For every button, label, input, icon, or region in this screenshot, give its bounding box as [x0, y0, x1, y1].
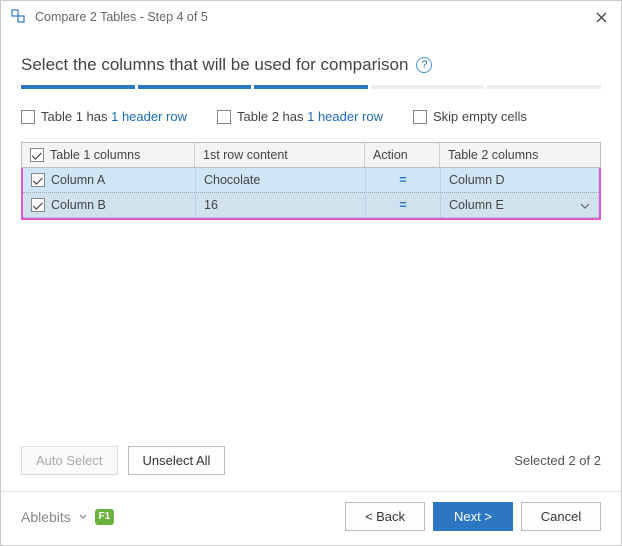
footer: Ablebits F1 < Back Next > Cancel — [1, 491, 621, 545]
header-label: Table 1 columns — [50, 148, 140, 162]
header-col-action[interactable]: Action — [365, 143, 440, 167]
app-icon — [11, 9, 27, 25]
dialog-window: Compare 2 Tables - Step 4 of 5 Select th… — [0, 0, 622, 546]
checkbox-skip-empty[interactable]: Skip empty cells — [413, 109, 527, 124]
options-row: Table 1 has 1 header row Table 2 has 1 h… — [21, 109, 601, 124]
back-button[interactable]: < Back — [345, 502, 425, 531]
next-button[interactable]: Next > — [433, 502, 513, 531]
titlebar: Compare 2 Tables - Step 4 of 5 — [1, 1, 621, 33]
cell-text: Column B — [51, 198, 106, 212]
cell-action[interactable]: = — [366, 168, 441, 192]
table-header: Table 1 columns 1st row content Action T… — [21, 142, 601, 168]
progress-seg-1 — [21, 85, 138, 89]
cell-text: Column E — [449, 198, 504, 212]
checkbox-label: Skip empty cells — [433, 109, 527, 124]
titlebar-left: Compare 2 Tables - Step 4 of 5 — [11, 9, 208, 25]
cell-table2col[interactable]: Column D — [441, 168, 599, 192]
cell-text: Chocolate — [204, 173, 260, 187]
progress-seg-3 — [254, 85, 371, 89]
header-col-content[interactable]: 1st row content — [195, 143, 365, 167]
cell-text: Column A — [51, 173, 105, 187]
progress-seg-5 — [487, 85, 601, 89]
close-button[interactable] — [591, 7, 611, 27]
progress-seg-2 — [138, 85, 255, 89]
header-label: Action — [373, 148, 408, 162]
brand-label: Ablebits — [21, 509, 71, 525]
checkbox-label: Table 2 has 1 header row — [237, 109, 383, 124]
heading-text: Select the columns that will be used for… — [21, 55, 408, 75]
table-body: Column A Chocolate = Column D Column B — [21, 168, 601, 220]
cell-table1col: Column A — [23, 168, 196, 192]
header-row-link-2[interactable]: 1 header row — [307, 109, 383, 124]
label-prefix: Table 2 has — [237, 109, 307, 124]
header-label: 1st row content — [203, 148, 288, 162]
row-checkbox[interactable] — [31, 173, 45, 187]
checkbox-box — [21, 110, 35, 124]
cell-text: 16 — [204, 198, 218, 212]
cell-action[interactable]: = — [366, 193, 441, 217]
cell-text: = — [399, 198, 406, 212]
selection-count: Selected 2 of 2 — [514, 453, 601, 468]
titlebar-title: Compare 2 Tables - Step 4 of 5 — [35, 10, 208, 24]
progress-bar — [21, 85, 601, 89]
chevron-down-icon — [79, 511, 87, 522]
progress-seg-4 — [371, 85, 488, 89]
auto-select-button[interactable]: Auto Select — [21, 446, 118, 475]
table-row[interactable]: Column B 16 = Column E — [23, 193, 599, 218]
cancel-button[interactable]: Cancel — [521, 502, 601, 531]
middle-actions: Auto Select Unselect All Selected 2 of 2 — [21, 440, 601, 491]
header-label: Table 2 columns — [448, 148, 538, 162]
label-prefix: Table 1 has — [41, 109, 111, 124]
spacer — [21, 220, 601, 440]
checkbox-box — [413, 110, 427, 124]
chevron-down-icon — [580, 198, 590, 212]
f1-help-icon[interactable]: F1 — [95, 509, 114, 525]
content-area: Select the columns that will be used for… — [1, 33, 621, 491]
cell-table2col[interactable]: Column E — [441, 193, 599, 217]
cell-text: = — [399, 173, 406, 187]
unselect-all-button[interactable]: Unselect All — [128, 446, 226, 475]
help-icon[interactable]: ? — [416, 57, 432, 73]
checkbox-label: Table 1 has 1 header row — [41, 109, 187, 124]
row-checkbox[interactable] — [31, 198, 45, 212]
header-col-table2[interactable]: Table 2 columns — [440, 143, 600, 167]
header-col-table1[interactable]: Table 1 columns — [22, 143, 195, 167]
brand-area[interactable]: Ablebits F1 — [21, 509, 114, 525]
cell-table1col: Column B — [23, 193, 196, 217]
header-checkbox[interactable] — [30, 148, 44, 162]
heading: Select the columns that will be used for… — [21, 55, 601, 75]
cell-text: Column D — [449, 173, 505, 187]
header-row-link-1[interactable]: 1 header row — [111, 109, 187, 124]
table-row[interactable]: Column A Chocolate = Column D — [23, 168, 599, 193]
checkbox-table2-header[interactable]: Table 2 has 1 header row — [217, 109, 383, 124]
footer-buttons: < Back Next > Cancel — [345, 502, 601, 531]
checkbox-box — [217, 110, 231, 124]
middle-buttons: Auto Select Unselect All — [21, 446, 225, 475]
cell-content: Chocolate — [196, 168, 366, 192]
cell-content: 16 — [196, 193, 366, 217]
checkbox-table1-header[interactable]: Table 1 has 1 header row — [21, 109, 187, 124]
